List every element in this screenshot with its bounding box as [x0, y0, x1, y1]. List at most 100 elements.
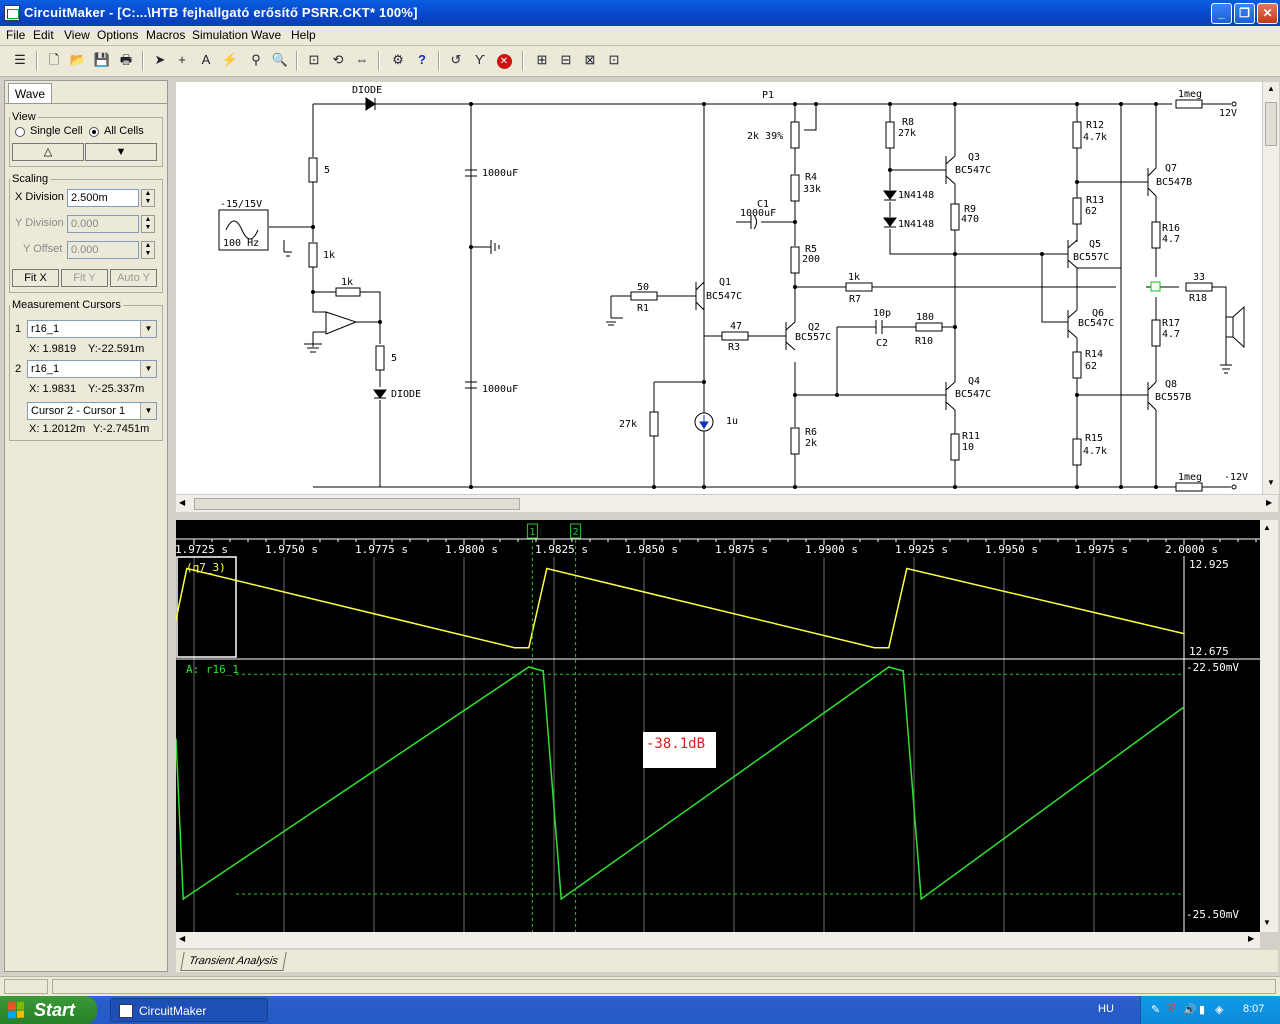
scroll-left-icon[interactable]: ◀	[179, 498, 185, 507]
menu-simulation[interactable]: Simulation	[192, 28, 248, 42]
label-r11: R11	[962, 431, 980, 442]
y-division-spinner[interactable]: ▲ ▼	[141, 215, 155, 233]
network-icon[interactable]: ✎	[1151, 1003, 1160, 1016]
text-icon[interactable]: A	[196, 50, 216, 70]
label-d1: 1N4148	[898, 190, 934, 201]
stop-icon[interactable]: ✕	[494, 50, 514, 70]
analysis-tabs: Transient Analysis	[176, 950, 1278, 972]
y-division-field[interactable]: 0.000	[67, 215, 139, 233]
menu-macros[interactable]: Macros	[146, 28, 185, 42]
y-offset-spinner[interactable]: ▲ ▼	[141, 241, 155, 259]
language-indicator[interactable]: HU	[1098, 1003, 1114, 1015]
trace-q7-3	[175, 567, 1185, 649]
tray-app-icon[interactable]: ◈	[1215, 1003, 1223, 1016]
y-offset-field[interactable]: 0.000	[67, 241, 139, 259]
scroll-down-icon[interactable]: ▼	[1263, 918, 1271, 927]
rotate-icon[interactable]: ⟲	[328, 50, 348, 70]
cursor1-select[interactable]: r16_1 ▼	[27, 320, 157, 338]
waveform-horizontal-scrollbar[interactable]: ◀ ▶	[176, 932, 1260, 948]
scroll-right-icon[interactable]: ▶	[1248, 934, 1254, 943]
x-division-spinner[interactable]: ▲ ▼	[141, 189, 155, 207]
reset-icon[interactable]: ↺	[446, 50, 466, 70]
waveform-view[interactable]: 1.9725 s 1.9750 s 1.9775 s 1.9800 s 1.9825 s…	[175, 520, 1260, 932]
db-icon[interactable]: ☰	[10, 50, 30, 70]
label-p1-val: 2k 39%	[747, 131, 783, 142]
scroll-up-icon[interactable]: ▲	[1265, 84, 1277, 96]
magnify-icon[interactable]: ⊡	[304, 50, 324, 70]
fit-y-button[interactable]: Fit Y	[61, 269, 108, 287]
run2-icon[interactable]: ⊟	[556, 50, 576, 70]
label-r18-val: 33	[1193, 272, 1205, 283]
probe-icon[interactable]: ⚡	[220, 50, 240, 70]
label-q3-type: BC547C	[955, 165, 991, 176]
open-icon[interactable]: 📂	[68, 50, 88, 70]
label-r14-val: 62	[1085, 361, 1097, 372]
tab-transient-analysis[interactable]: Transient Analysis	[180, 952, 287, 971]
label-r1-val: 50	[637, 282, 649, 293]
single-cell-radio[interactable]	[15, 127, 25, 137]
cursor-diff-select[interactable]: Cursor 2 - Cursor 1 ▼	[27, 402, 157, 420]
device-icon[interactable]: ▮	[1199, 1003, 1205, 1016]
schematic-vscroll-thumb[interactable]	[1265, 102, 1277, 146]
label-c2-val: 10p	[873, 308, 891, 319]
fit-x-button[interactable]: Fit X	[12, 269, 59, 287]
print-icon[interactable]: 🖶	[116, 50, 136, 70]
wire-icon[interactable]: +	[172, 50, 192, 70]
zoom-icon[interactable]: 🔍	[270, 50, 290, 70]
trace-q7-3-point	[906, 567, 908, 570]
auto-y-button[interactable]: Auto Y	[110, 269, 157, 287]
digital-icon[interactable]: ⚙	[388, 50, 408, 70]
menu-options[interactable]: Options	[97, 28, 138, 42]
schematic-canvas[interactable]: DIODE DIODE -15/15V 100 Hz 5 1k 1k 5 100…	[176, 82, 1262, 494]
x-division-field[interactable]: 2.500m	[67, 189, 139, 207]
toolbar-separator	[142, 51, 144, 71]
start-button[interactable]: Start	[0, 996, 97, 1024]
probe2-icon[interactable]: ⚲	[246, 50, 266, 70]
menu-file[interactable]: File	[6, 28, 25, 42]
taskbar-task-label: CircuitMaker	[139, 1004, 207, 1018]
label-r16-val: 4.7	[1162, 234, 1180, 245]
save-icon[interactable]: 💾	[92, 50, 112, 70]
new-icon[interactable]: 🗋	[44, 50, 64, 70]
cursor2-select[interactable]: r16_1 ▼	[27, 360, 157, 378]
circuitmaker-app-icon[interactable]	[4, 5, 20, 21]
taskbar-circuitmaker[interactable]: CircuitMaker	[110, 998, 268, 1022]
minimize-button[interactable]: _	[1211, 3, 1232, 24]
cursor2-y: Y:-25.337m	[88, 383, 145, 395]
arrow-icon[interactable]: ➤	[150, 50, 170, 70]
step-icon[interactable]: Ƴ	[470, 50, 490, 70]
menu-view[interactable]: View	[64, 28, 90, 42]
label-r5-val: 200	[802, 254, 820, 265]
speaker-icon[interactable]: 🔊	[1183, 1003, 1197, 1016]
cursor-diff-x: X: 1.2012m	[29, 423, 86, 435]
menu-help[interactable]: Help	[291, 28, 316, 42]
all-cells-radio[interactable]	[89, 127, 99, 137]
tab-wave[interactable]: Wave	[8, 83, 52, 104]
menu-wave[interactable]: Wave	[251, 28, 281, 42]
label-q3: Q3	[968, 152, 980, 163]
scroll-right-icon[interactable]: ▶	[1266, 498, 1272, 507]
run4-icon[interactable]: ⊡	[604, 50, 624, 70]
run1-icon[interactable]: ⊞	[532, 50, 552, 70]
scroll-down-icon[interactable]: ▼	[1265, 478, 1277, 490]
schematic-horizontal-scrollbar[interactable]: ◀ ▶	[176, 494, 1278, 513]
schematic-vertical-scrollbar[interactable]: ▲ ▼	[1262, 82, 1279, 494]
label-v-bot: -12V	[1224, 472, 1248, 483]
shield-icon[interactable]: ⛨	[1167, 1003, 1175, 1016]
waveform-vertical-scrollbar[interactable]: ▲ ▼	[1260, 520, 1278, 932]
mirror-icon[interactable]: ⇔	[352, 50, 372, 70]
label-q5: Q5	[1089, 239, 1101, 250]
cell-down-button[interactable]: ▼	[85, 143, 157, 161]
label-r16: R16	[1162, 223, 1180, 234]
cell-up-button[interactable]: △	[12, 143, 84, 161]
y-offset-label: Y Offset	[23, 243, 63, 255]
restore-button[interactable]: ❐	[1234, 3, 1255, 24]
scroll-left-icon[interactable]: ◀	[179, 934, 185, 943]
close-button[interactable]: ✕	[1257, 3, 1278, 24]
menu-edit[interactable]: Edit	[33, 28, 54, 42]
schematic-hscroll-thumb[interactable]	[194, 498, 520, 510]
help-icon[interactable]: ?	[412, 50, 432, 70]
pane-splitter[interactable]	[176, 512, 1278, 520]
scroll-up-icon[interactable]: ▲	[1263, 523, 1271, 532]
run3-icon[interactable]: ⊠	[580, 50, 600, 70]
